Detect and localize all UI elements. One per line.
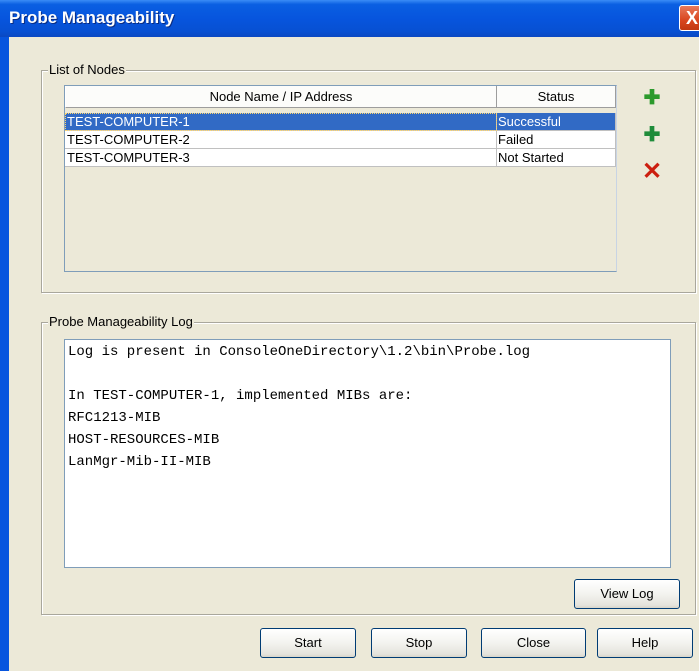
add-multiple-nodes-button[interactable]: ✚ (641, 124, 663, 146)
table-header: Node Name / IP Address Status (65, 86, 616, 109)
log-line: LanMgr-Mib-II-MIB (68, 454, 211, 470)
log-line: RFC1213-MIB (68, 410, 161, 426)
close-icon: X (685, 8, 698, 28)
window-border (0, 37, 9, 671)
log-textarea[interactable]: Log is present in ConsoleOneDirectory\1.… (64, 339, 671, 568)
node-name-cell: TEST-COMPUTER-1 (65, 113, 497, 131)
add-node-icon: ✚ (643, 87, 661, 109)
close-window-button[interactable]: X (679, 5, 699, 31)
window-title: Probe Manageability (9, 8, 175, 27)
status-cell: Failed (497, 131, 616, 149)
column-header-status[interactable]: Status (497, 86, 616, 108)
delete-node-button[interactable]: ✕ (641, 158, 663, 185)
nodes-table[interactable]: Node Name / IP Address Status TEST-COMPU… (64, 85, 617, 272)
table-row[interactable]: TEST-COMPUTER-2 Failed (65, 131, 616, 149)
view-log-button[interactable]: View Log (574, 579, 680, 609)
delete-icon: ✕ (641, 158, 663, 185)
log-line: HOST-RESOURCES-MIB (68, 432, 220, 448)
table-row[interactable]: TEST-COMPUTER-1 Successful (65, 113, 616, 131)
list-of-nodes-label: List of Nodes (48, 62, 126, 77)
log-line: Log is present in ConsoleOneDirectory\1.… (68, 344, 531, 360)
title-bar[interactable]: Probe Manageability X (0, 0, 699, 37)
probe-log-label: Probe Manageability Log (48, 314, 194, 329)
table-row[interactable]: TEST-COMPUTER-3 Not Started (65, 149, 616, 167)
column-header-node-name[interactable]: Node Name / IP Address (65, 86, 497, 108)
add-node-button[interactable]: ✚ (641, 87, 663, 109)
log-line: In TEST-COMPUTER-1, implemented MIBs are… (68, 388, 413, 404)
status-cell: Successful (497, 113, 616, 131)
start-button[interactable]: Start (260, 628, 356, 658)
add-multiple-icon: ✚ (643, 124, 661, 146)
node-name-cell: TEST-COMPUTER-3 (65, 149, 497, 167)
probe-manageability-dialog: Probe Manageability X List of Nodes Node… (0, 0, 699, 671)
stop-button[interactable]: Stop (371, 628, 467, 658)
node-name-cell: TEST-COMPUTER-2 (65, 131, 497, 149)
status-cell: Not Started (497, 149, 616, 167)
help-button[interactable]: Help (597, 628, 693, 658)
close-button[interactable]: Close (481, 628, 586, 658)
